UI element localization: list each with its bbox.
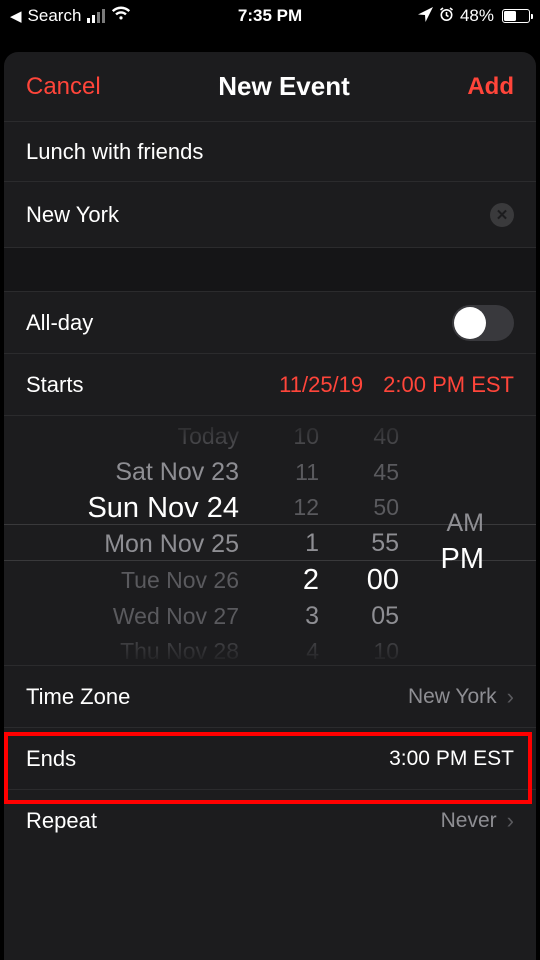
event-location-text: New York: [26, 202, 119, 228]
time-zone-label: Time Zone: [26, 684, 130, 710]
datetime-picker[interactable]: TodaySat Nov 23Sun Nov 24Mon Nov 25Tue N…: [4, 416, 536, 666]
battery-icon: [500, 9, 530, 23]
add-button[interactable]: Add: [467, 73, 514, 101]
picker-item[interactable]: Sat Nov 23: [115, 455, 239, 491]
picker-item[interactable]: Tue Nov 26: [121, 563, 239, 599]
picker-item[interactable]: 1: [305, 526, 319, 562]
cancel-button[interactable]: Cancel: [26, 73, 101, 101]
picker-item[interactable]: 4: [306, 634, 319, 665]
picker-item[interactable]: 40: [373, 419, 399, 455]
picker-item[interactable]: 11: [295, 455, 319, 491]
starts-date: 11/25/19: [279, 372, 363, 398]
event-title-field[interactable]: Lunch with friends: [4, 122, 536, 182]
picker-item[interactable]: PM: [441, 541, 485, 578]
picker-item[interactable]: Thu Nov 28: [120, 634, 239, 665]
picker-item[interactable]: Today: [178, 419, 239, 455]
picker-item[interactable]: 05: [371, 599, 399, 635]
picker-item[interactable]: 3: [305, 599, 319, 635]
event-location-field[interactable]: New York ✕: [4, 182, 536, 247]
picker-item[interactable]: 00: [367, 562, 399, 599]
annotation-highlight: [4, 732, 532, 804]
picker-item[interactable]: Sun Nov 24: [87, 490, 239, 527]
picker-item[interactable]: Wed Nov 27: [113, 599, 239, 635]
picker-item[interactable]: AM: [447, 506, 485, 542]
section-gap: [4, 247, 536, 292]
picker-item[interactable]: Mon Nov 25: [104, 527, 239, 563]
clear-location-button[interactable]: ✕: [490, 203, 514, 227]
time-zone-value: New York: [408, 685, 497, 709]
picker-hour-column[interactable]: 10111212345: [249, 416, 319, 665]
repeat-label: Repeat: [26, 808, 97, 834]
sheet-header: Cancel New Event Add: [4, 52, 536, 122]
all-day-label: All-day: [26, 310, 93, 336]
starts-time: 2:00 PM EST: [383, 372, 514, 398]
time-zone-row[interactable]: Time Zone New York ›: [4, 666, 536, 728]
status-bar: ◀ Search 7:35 PM 48%: [0, 0, 540, 32]
starts-row[interactable]: Starts 11/25/19 2:00 PM EST: [4, 354, 536, 416]
chevron-right-icon: ›: [507, 808, 514, 834]
picker-item[interactable]: 12: [293, 490, 319, 526]
event-title-text: Lunch with friends: [26, 139, 203, 165]
sheet-title: New Event: [218, 71, 350, 102]
all-day-toggle[interactable]: [452, 305, 514, 341]
picker-date-column[interactable]: TodaySat Nov 23Sun Nov 24Mon Nov 25Tue N…: [14, 416, 249, 665]
picker-item[interactable]: 10: [373, 634, 399, 665]
picker-item[interactable]: 55: [371, 526, 399, 562]
picker-item[interactable]: 50: [373, 490, 399, 526]
picker-item[interactable]: 45: [373, 455, 399, 491]
chevron-right-icon: ›: [507, 684, 514, 710]
repeat-value: Never: [441, 809, 497, 833]
picker-item[interactable]: 10: [293, 419, 319, 455]
picker-ampm-column[interactable]: AMPM: [399, 416, 484, 665]
starts-label: Starts: [26, 372, 83, 398]
status-time: 7:35 PM: [0, 6, 540, 26]
picker-minute-column[interactable]: 4045505500051015: [319, 416, 399, 665]
all-day-row: All-day: [4, 292, 536, 354]
new-event-sheet: Cancel New Event Add Lunch with friends …: [4, 52, 536, 960]
picker-item[interactable]: 2: [303, 562, 319, 599]
